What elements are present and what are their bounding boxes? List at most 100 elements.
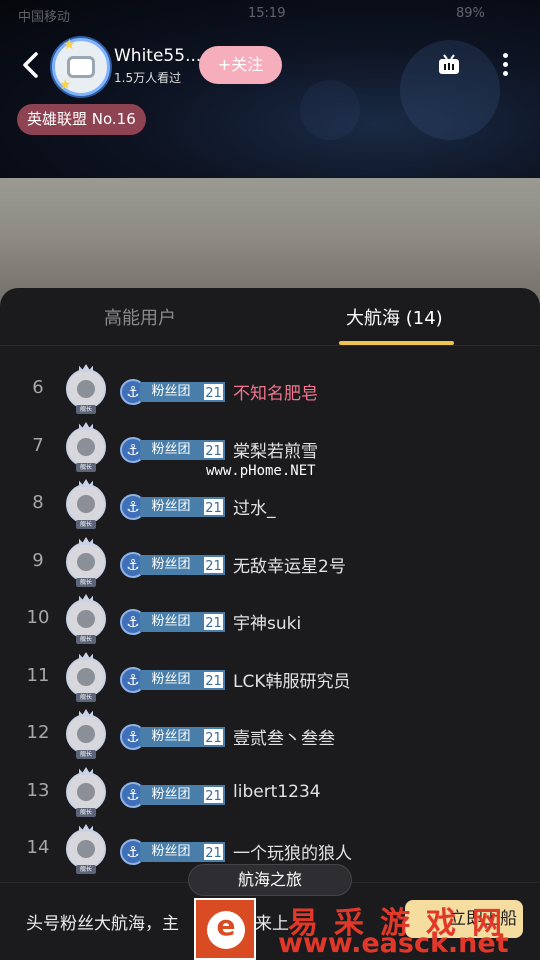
rank-number: 6 xyxy=(32,377,44,398)
crown-icon xyxy=(79,824,93,832)
crown-icon xyxy=(79,652,93,660)
fan-badge-label: 粉丝团 xyxy=(140,382,202,402)
avatar[interactable]: 舰长 xyxy=(66,824,106,874)
rank-number: 9 xyxy=(32,550,44,571)
list-item[interactable]: 13 舰长 ⚓ 粉丝团 21 libert1234 xyxy=(0,764,540,821)
rank-number: 11 xyxy=(26,665,50,686)
fan-badge: ⚓ 粉丝团 21 xyxy=(120,724,225,750)
username[interactable]: 一个玩狼的狼人 xyxy=(233,839,352,864)
captain-tag: 舰长 xyxy=(76,693,96,702)
username[interactable]: 宇神suki xyxy=(233,609,301,634)
active-tab-indicator xyxy=(339,341,454,345)
crown-icon xyxy=(79,767,93,775)
voyage-promo-head: 头号粉丝大航海，主 xyxy=(26,914,179,934)
tab-high-energy-users[interactable]: 高能用户 xyxy=(104,304,176,330)
dot xyxy=(502,62,508,67)
status-bar: 中国移动 15:19 89% xyxy=(0,0,540,30)
fan-badge: ⚓ 粉丝团 21 xyxy=(120,552,225,578)
fan-badge-label: 粉丝团 xyxy=(140,727,202,747)
face xyxy=(77,438,95,456)
fan-badge-level: 21 xyxy=(202,785,225,805)
dot xyxy=(502,53,508,58)
fan-badge-label: 粉丝团 xyxy=(140,555,202,575)
list-item[interactable]: 9 舰长 ⚓ 粉丝团 21 无敌幸运星2号 xyxy=(0,534,540,591)
tv-icon[interactable] xyxy=(437,54,461,76)
captain-tag: 舰长 xyxy=(76,405,96,414)
fan-badge-label: 粉丝团 xyxy=(140,440,202,460)
username[interactable]: 无敌幸运星2号 xyxy=(233,552,346,577)
avatar[interactable]: 舰长 xyxy=(66,422,106,472)
rank-number: 12 xyxy=(26,722,50,743)
area-tag[interactable]: 英雄联盟 No.16 xyxy=(17,104,146,135)
list-item[interactable]: 8 舰长 ⚓ 粉丝团 21 过水_ xyxy=(0,476,540,533)
captain-tag: 舰长 xyxy=(76,865,96,874)
fan-badge-level: 21 xyxy=(202,497,225,517)
list-item[interactable]: 12 舰长 ⚓ 粉丝团 21 壹贰叁丶叁叁 xyxy=(0,706,540,763)
captain-tag: 舰长 xyxy=(76,635,96,644)
fan-badge-label: 粉丝团 xyxy=(140,670,202,690)
back-button[interactable] xyxy=(18,48,44,82)
tab-guard-voyage[interactable]: 大航海 (14) xyxy=(346,304,443,330)
list-item[interactable]: 11 舰长 ⚓ 粉丝团 21 LCK韩服研究员 xyxy=(0,649,540,706)
more-options-button[interactable] xyxy=(496,50,514,80)
avatar[interactable]: 舰长 xyxy=(66,479,106,529)
fan-badge: ⚓ 粉丝团 21 xyxy=(120,782,225,808)
crown-icon xyxy=(79,422,93,430)
rank-number: 8 xyxy=(32,492,44,513)
captain-tag: 舰长 xyxy=(76,520,96,529)
fan-badge-label: 粉丝团 xyxy=(140,497,202,517)
face xyxy=(77,840,95,858)
rank-number: 13 xyxy=(26,780,50,801)
username[interactable]: 棠梨若煎雪 xyxy=(233,437,318,462)
crown-icon xyxy=(79,364,93,372)
fan-badge-label: 粉丝团 xyxy=(140,842,202,862)
easck-watermark-url: www.easck.net xyxy=(278,928,509,959)
fan-badge: ⚓ 粉丝团 21 xyxy=(120,379,225,405)
fan-badge-level: 21 xyxy=(202,727,225,747)
captain-tag: 舰长 xyxy=(76,808,96,817)
avatar[interactable]: 舰长 xyxy=(66,594,106,644)
list-item[interactable]: 10 舰长 ⚓ 粉丝团 21 宇神suki xyxy=(0,591,540,648)
face xyxy=(77,610,95,628)
anchor-name[interactable]: White55... xyxy=(114,46,200,66)
dot xyxy=(502,71,508,76)
fan-badge: ⚓ 粉丝团 21 xyxy=(120,437,225,463)
captain-tag: 舰长 xyxy=(76,578,96,587)
username[interactable]: 过水_ xyxy=(233,494,276,519)
fan-badge-level: 21 xyxy=(202,670,225,690)
rank-number: 10 xyxy=(26,607,50,628)
battery-text: 89% xyxy=(456,6,485,21)
rank-number: 14 xyxy=(26,837,50,858)
face xyxy=(77,668,95,686)
avatar[interactable]: 舰长 xyxy=(66,652,106,702)
face xyxy=(77,380,95,398)
face xyxy=(77,553,95,571)
fan-badge: ⚓ 粉丝团 21 xyxy=(120,609,225,635)
fan-badge-level: 21 xyxy=(202,440,225,460)
avatar[interactable]: 舰长 xyxy=(66,537,106,587)
avatar[interactable]: 舰长 xyxy=(66,767,106,817)
crown-icon xyxy=(79,479,93,487)
face xyxy=(77,783,95,801)
status-time: 15:19 xyxy=(248,6,286,21)
avatar[interactable]: 舰长 xyxy=(66,364,106,414)
list-item[interactable]: 6 舰长 ⚓ 粉丝团 21 不知名肥皂 xyxy=(0,361,540,418)
crown-icon xyxy=(79,594,93,602)
voyage-journey-tooltip[interactable]: 航海之旅 xyxy=(188,864,352,896)
fan-badge: ⚓ 粉丝团 21 xyxy=(120,667,225,693)
username[interactable]: LCK韩服研究员 xyxy=(233,667,351,692)
face xyxy=(77,495,95,513)
anchor-avatar[interactable]: ★ ★ xyxy=(52,37,110,96)
crown-icon xyxy=(79,537,93,545)
username[interactable]: 不知名肥皂 xyxy=(233,379,318,404)
fan-badge-label: 粉丝团 xyxy=(140,785,202,805)
username[interactable]: 壹贰叁丶叁叁 xyxy=(233,724,335,749)
fan-badge: ⚓ 粉丝团 21 xyxy=(120,494,225,520)
chevron-left-icon xyxy=(23,52,38,78)
username[interactable]: libert1234 xyxy=(233,782,321,802)
avatar[interactable]: 舰长 xyxy=(66,709,106,759)
bilibili-tv-icon xyxy=(67,56,95,78)
fan-badge-level: 21 xyxy=(202,555,225,575)
follow-button[interactable]: +关注 xyxy=(199,46,282,84)
tab-bar: 高能用户 大航海 (14) xyxy=(0,288,540,346)
